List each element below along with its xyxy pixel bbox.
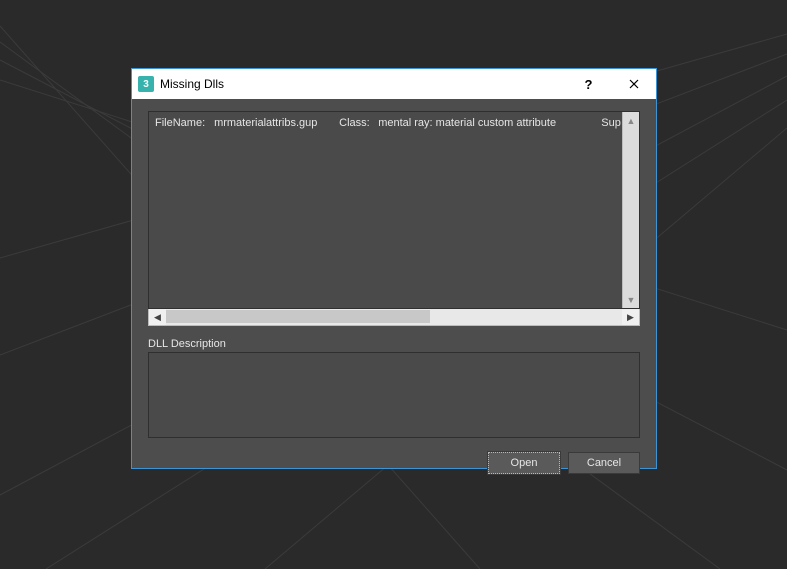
scroll-left-icon[interactable]: ◀ — [149, 309, 166, 325]
missing-dlls-dialog: 3 Missing Dlls ? FileName: mrmaterialatt… — [131, 68, 657, 469]
file-value: mrmaterialattribs.gup — [214, 116, 336, 131]
missing-dll-list[interactable]: FileName: mrmaterialattribs.gup Class: m… — [148, 111, 640, 309]
dialog-title: Missing Dlls — [160, 77, 224, 91]
cancel-button[interactable]: Cancel — [568, 452, 640, 474]
viewport-background: 3 Missing Dlls ? FileName: mrmaterialatt… — [0, 0, 787, 569]
close-button[interactable] — [611, 69, 656, 99]
list-content: FileName: mrmaterialattribs.gup Class: m… — [149, 112, 622, 308]
horizontal-scrollbar[interactable]: ◀ ▶ — [148, 309, 640, 326]
class-label: Class: — [339, 116, 375, 131]
trailing-text: Sup — [601, 116, 621, 131]
description-label: DLL Description — [148, 338, 640, 350]
vertical-scrollbar[interactable]: ▲ ▼ — [622, 112, 639, 308]
help-button[interactable]: ? — [566, 69, 611, 99]
scroll-down-icon[interactable]: ▼ — [623, 291, 639, 308]
file-label: FileName: — [155, 116, 211, 131]
class-value: mental ray: material custom attribute — [378, 116, 598, 131]
titlebar[interactable]: 3 Missing Dlls ? — [132, 69, 656, 99]
app-icon: 3 — [138, 76, 154, 92]
dialog-body: FileName: mrmaterialattribs.gup Class: m… — [132, 99, 656, 486]
close-icon — [629, 79, 639, 89]
open-button[interactable]: Open — [488, 452, 560, 474]
description-box — [148, 352, 640, 438]
button-row: Open Cancel — [148, 452, 640, 474]
scroll-up-icon[interactable]: ▲ — [623, 112, 639, 129]
scroll-right-icon[interactable]: ▶ — [622, 309, 639, 325]
scroll-thumb[interactable] — [166, 310, 430, 323]
list-row[interactable]: FileName: mrmaterialattribs.gup Class: m… — [155, 116, 616, 131]
scroll-track[interactable] — [166, 309, 622, 325]
